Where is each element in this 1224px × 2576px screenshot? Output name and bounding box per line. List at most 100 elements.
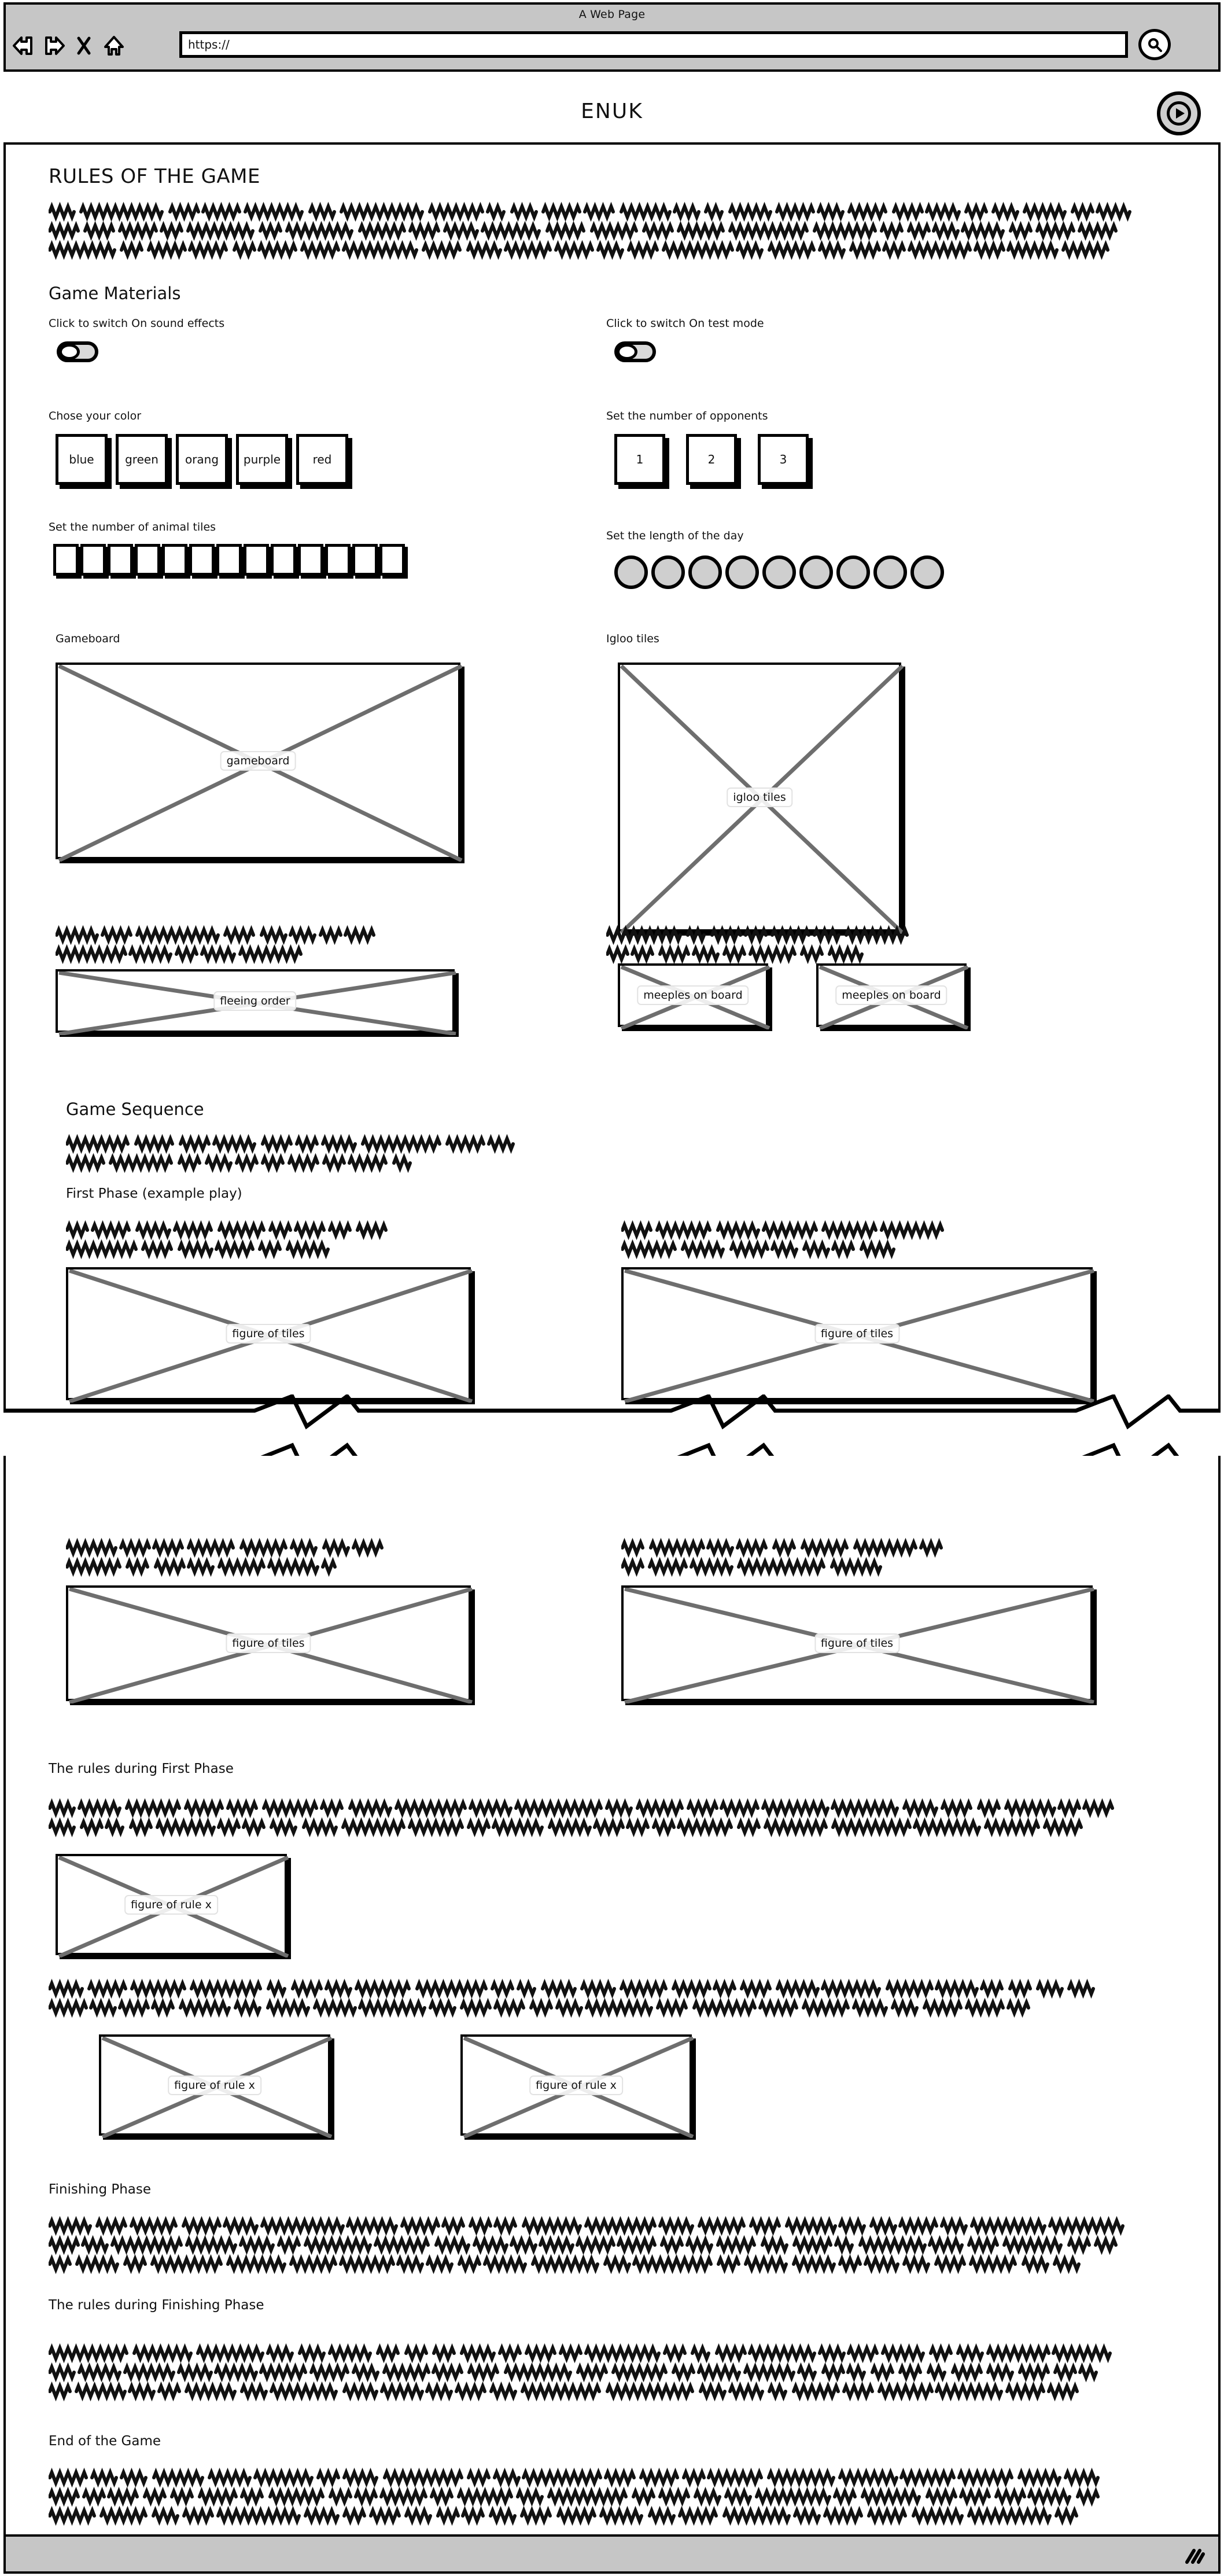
- color-button-purple[interactable]: purple: [236, 434, 288, 485]
- site-header: ENUK: [3, 81, 1221, 145]
- intro-paragraph: [49, 200, 1140, 263]
- fleeing-order-image-placeholder[interactable]: fleeing order: [56, 969, 455, 1033]
- section-heading-finishing-phase: Finishing Phase: [49, 2182, 151, 2197]
- tiles-image-placeholder-1[interactable]: figure of tiles: [66, 1267, 471, 1400]
- day-length-circle[interactable]: [799, 555, 833, 589]
- first-phase-paragraph-left: [66, 1218, 396, 1262]
- animal-tile-checkbox[interactable]: [162, 544, 187, 576]
- animal-tile-checkbox[interactable]: [108, 544, 133, 576]
- color-button-blue[interactable]: blue: [56, 434, 108, 485]
- opponents-button-1[interactable]: 1: [614, 434, 665, 485]
- color-button-green[interactable]: green: [116, 434, 168, 485]
- first-phase-rules-paragraph: [49, 1796, 1125, 1840]
- browser-nav-buttons: [12, 28, 126, 64]
- image-caption: fleeing order: [213, 991, 296, 1011]
- animal-tile-checkbox[interactable]: [216, 544, 242, 576]
- second-phase-paragraph-left: [66, 1536, 396, 1580]
- day-length-circle[interactable]: [614, 555, 648, 589]
- address-bar[interactable]: https://: [179, 31, 1128, 58]
- resize-grip-icon[interactable]: [1182, 2546, 1205, 2566]
- tiles-image-placeholder-3[interactable]: figure of tiles: [66, 1585, 471, 1701]
- image-caption: figure of tiles: [226, 1633, 311, 1653]
- status-bar: [3, 2534, 1221, 2574]
- play-button-icon[interactable]: [1157, 91, 1201, 135]
- image-caption: figure of rule x: [529, 2075, 623, 2095]
- day-length-circle[interactable]: [688, 555, 722, 589]
- image-caption: figure of tiles: [814, 1324, 899, 1344]
- fleeing-order-paragraph: [56, 923, 383, 967]
- day-length-circle[interactable]: [651, 555, 685, 589]
- day-length-label: Set the length of the day: [606, 529, 744, 542]
- color-button-orang[interactable]: orang: [176, 434, 228, 485]
- image-caption: igloo tiles: [727, 787, 792, 807]
- image-caption: figure of rule x: [124, 1895, 218, 1915]
- section-heading-finishing-rules: The rules during Finishing Phase: [49, 2298, 264, 2313]
- window-title: A Web Page: [6, 8, 1218, 21]
- search-icon[interactable]: [1138, 29, 1171, 60]
- animal-tile-checkbox[interactable]: [135, 544, 160, 576]
- opponents-label: Set the number of opponents: [606, 410, 768, 422]
- sound-effects-toggle[interactable]: [57, 341, 98, 362]
- page-title: RULES OF THE GAME: [49, 165, 260, 188]
- end-of-game-paragraph: [49, 2465, 1119, 2529]
- animal-tile-checkbox[interactable]: [352, 544, 378, 576]
- animal-tile-checkbox[interactable]: [244, 544, 269, 576]
- back-arrow-icon[interactable]: [12, 32, 36, 59]
- animal-tile-checkbox[interactable]: [53, 544, 79, 576]
- animal-tile-checkbox[interactable]: [271, 544, 296, 576]
- animal-tile-checkbox[interactable]: [298, 544, 323, 576]
- image-caption: figure of tiles: [814, 1633, 899, 1653]
- opponents-button-3[interactable]: 3: [758, 434, 809, 485]
- forward-arrow-icon[interactable]: [42, 32, 66, 59]
- image-caption: meeples on board: [637, 985, 749, 1005]
- address-bar-value: https://: [182, 38, 230, 51]
- animal-tiles-label: Set the number of animal tiles: [49, 521, 216, 533]
- finishing-rules-paragraph: [49, 2341, 1119, 2404]
- image-caption: meeples on board: [835, 985, 947, 1005]
- animal-tile-checkbox[interactable]: [325, 544, 351, 576]
- meeples-paragraph: [606, 923, 934, 967]
- section-heading-sequence: Game Sequence: [66, 1099, 204, 1119]
- rule-image-placeholder-2[interactable]: figure of rule x: [99, 2034, 330, 2136]
- sequence-paragraph: [66, 1132, 526, 1176]
- wireframe-canvas: A Web Page https:// ENUK RULES OF THE GA…: [0, 0, 1224, 2576]
- image-caption: figure of tiles: [226, 1324, 311, 1344]
- opponents-button-2[interactable]: 2: [686, 434, 737, 485]
- color-button-red[interactable]: red: [296, 434, 348, 485]
- section-heading-first-phase-rules: The rules during First Phase: [49, 1761, 234, 1776]
- tiles-image-placeholder-2[interactable]: figure of tiles: [621, 1267, 1093, 1400]
- gameboard-label: Gameboard: [56, 632, 120, 645]
- meeples-image-placeholder-1[interactable]: meeples on board: [618, 963, 768, 1027]
- animal-tile-checkbox[interactable]: [189, 544, 215, 576]
- section-heading-end-of-game: End of the Game: [49, 2434, 161, 2449]
- finishing-phase-paragraph: [49, 2214, 1140, 2277]
- image-caption: gameboard: [220, 751, 296, 771]
- browser-chrome: A Web Page https://: [3, 2, 1221, 72]
- day-length-circle[interactable]: [762, 555, 796, 589]
- igloo-tiles-label: Igloo tiles: [606, 632, 659, 645]
- rule-image-placeholder-3[interactable]: figure of rule x: [460, 2034, 692, 2136]
- day-length-circle[interactable]: [836, 555, 870, 589]
- day-length-circle[interactable]: [725, 555, 759, 589]
- meeples-image-placeholder-2[interactable]: meeples on board: [816, 963, 967, 1027]
- rule-image-placeholder-1[interactable]: figure of rule x: [56, 1854, 287, 1955]
- igloo-tiles-image-placeholder[interactable]: igloo tiles: [618, 663, 901, 932]
- day-length-circle[interactable]: [910, 555, 944, 589]
- section-heading-first-phase: First Phase (example play): [66, 1186, 242, 1201]
- animal-tile-checkbox[interactable]: [379, 544, 405, 576]
- first-phase-paragraph-right: [621, 1218, 952, 1262]
- day-length-circle[interactable]: [873, 555, 907, 589]
- toggle-knob: [59, 344, 80, 360]
- test-mode-toggle-label: Click to switch On test mode: [606, 317, 764, 330]
- animal-tile-checkbox[interactable]: [80, 544, 106, 576]
- close-x-icon[interactable]: [72, 32, 96, 59]
- gameboard-image-placeholder[interactable]: gameboard: [56, 663, 460, 859]
- color-picker-label: Chose your color: [49, 410, 141, 422]
- first-phase-rules-paragraph-2: [49, 1977, 1125, 2021]
- sound-toggle-label: Click to switch On sound effects: [49, 317, 224, 330]
- test-mode-toggle[interactable]: [614, 341, 656, 362]
- section-heading-materials: Game Materials: [49, 284, 180, 303]
- tiles-image-placeholder-4[interactable]: figure of tiles: [621, 1585, 1093, 1701]
- home-icon[interactable]: [102, 32, 126, 59]
- site-title: ENUK: [3, 100, 1221, 123]
